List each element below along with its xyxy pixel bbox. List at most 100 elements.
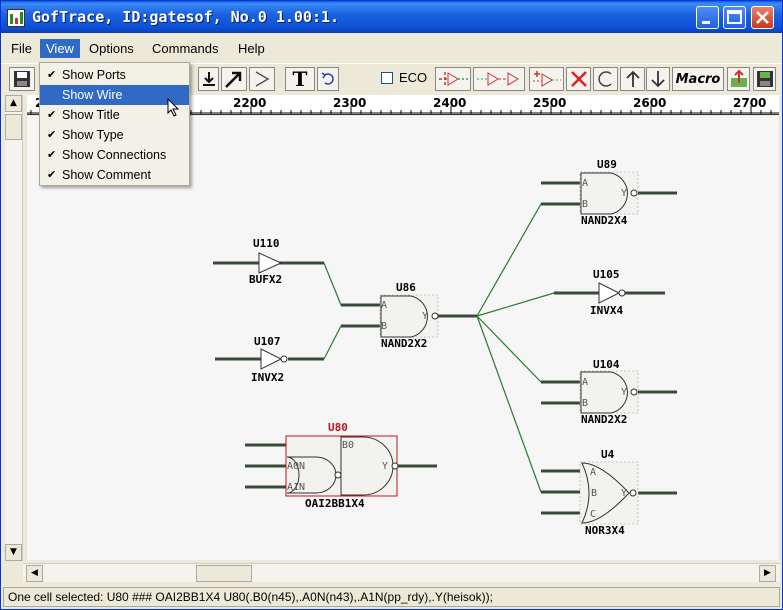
- port-label: Y: [621, 188, 627, 199]
- download-icon: [202, 72, 215, 86]
- port-label: A: [381, 300, 387, 311]
- ruler-label-2500: 2500: [533, 96, 567, 110]
- checkmark-icon: ✔: [47, 69, 57, 81]
- cell-type: INVX2: [251, 371, 284, 384]
- export-tool-button[interactable]: [727, 67, 750, 91]
- cell-u80[interactable]: B0 A0N A1N Y U80 OAI2BB1X4: [245, 421, 437, 510]
- delete-tool-button[interactable]: [566, 67, 591, 91]
- cell-title: U110: [253, 237, 280, 250]
- cell-title: U104: [593, 358, 620, 371]
- macro-label: Macro: [675, 71, 721, 87]
- undo-tool-button[interactable]: [317, 67, 339, 91]
- cell-u104[interactable]: A B Y U104 NAND2X2: [541, 358, 677, 426]
- trace-fanin-icon: [439, 72, 468, 86]
- horizontal-scroll-thumb[interactable]: [196, 565, 252, 582]
- ruler-label-2200: 2200: [233, 96, 267, 110]
- menu-item-label: Show Comment: [62, 168, 151, 182]
- cell-u105[interactable]: U105 INVX4: [554, 268, 665, 317]
- menu-item-label: Show Connections: [62, 148, 167, 162]
- ruler-label-2600: 2600: [633, 96, 667, 110]
- cell-type: NAND2X4: [581, 214, 628, 227]
- eco-toggle[interactable]: ECO: [381, 70, 427, 85]
- menu-item-label: Show Ports: [62, 68, 126, 82]
- port-label: B: [582, 398, 588, 409]
- eco-checkbox[interactable]: [381, 71, 393, 84]
- cell-type: BUFX2: [249, 273, 282, 286]
- download-tool-button[interactable]: [198, 67, 219, 91]
- port-label: B: [582, 199, 588, 210]
- maximize-button[interactable]: [723, 6, 746, 29]
- cell-title: U89: [597, 158, 617, 171]
- chevron-right-icon: [255, 71, 270, 87]
- save-tool-button[interactable]: [9, 67, 35, 91]
- move-up-tool-button[interactable]: [620, 67, 645, 91]
- arrow-down-icon: [651, 71, 665, 88]
- cell-u110[interactable]: U110 BUFX2: [213, 237, 324, 286]
- horizontal-scrollbar[interactable]: ◀ ▶: [23, 563, 780, 582]
- cell-type: NOR3X4: [585, 524, 625, 537]
- cell-title: U4: [601, 448, 615, 461]
- trace-path-tool-button[interactable]: [473, 67, 525, 91]
- cell-title: U80: [328, 421, 348, 434]
- cell-u107[interactable]: U107 INVX2: [215, 335, 324, 384]
- cell-title: U105: [593, 268, 620, 281]
- refresh-icon: [597, 71, 612, 87]
- cell-u89[interactable]: A B Y U89 NAND2X4: [541, 158, 677, 227]
- title-bar[interactable]: GofTrace, ID:gatesof, No.0 1.00:1.: [1, 1, 782, 33]
- macro-tool-button[interactable]: Macro: [672, 67, 724, 91]
- add-cell-tool-button[interactable]: [529, 67, 564, 91]
- app-icon: [7, 9, 25, 27]
- menu-file[interactable]: File: [5, 39, 38, 58]
- checkmark-icon: ✔: [47, 169, 57, 181]
- checkmark-icon: ✔: [47, 149, 57, 161]
- menu-view[interactable]: View: [40, 39, 80, 58]
- port-label: A: [590, 467, 596, 478]
- port-label: C: [590, 509, 596, 520]
- port-label: A: [582, 178, 588, 189]
- menu-help[interactable]: Help: [232, 39, 271, 58]
- ruler-label-2700: 2700: [733, 96, 767, 110]
- scroll-left-button[interactable]: ◀: [26, 565, 43, 582]
- menu-item-label: Show Title: [62, 108, 120, 122]
- save-all-tool-button[interactable]: [753, 67, 776, 91]
- ruler-label-2300: 2300: [333, 96, 367, 110]
- save-disk-icon: [756, 71, 773, 87]
- port-label: Y: [422, 311, 428, 322]
- refresh-tool-button[interactable]: [593, 67, 618, 91]
- move-down-tool-button[interactable]: [646, 67, 670, 91]
- cell-title: U86: [396, 281, 416, 294]
- maximize-icon: [727, 10, 742, 24]
- menu-commands[interactable]: Commands: [146, 39, 224, 58]
- view-menu-item-show-type[interactable]: ✔ Show Type: [40, 125, 189, 145]
- port-label: B: [591, 488, 597, 499]
- view-menu-item-show-ports[interactable]: ✔ Show Ports: [40, 65, 189, 85]
- minimize-button[interactable]: [696, 6, 719, 29]
- export-icon: [730, 69, 747, 87]
- view-menu-item-show-connections[interactable]: ✔ Show Connections: [40, 145, 189, 165]
- scroll-up-button[interactable]: ▲: [5, 95, 22, 112]
- vertical-scroll-thumb[interactable]: [5, 114, 22, 140]
- eco-label: ECO: [399, 70, 428, 85]
- arrow-pointer-icon: [225, 71, 242, 88]
- port-label: A0N: [287, 461, 305, 472]
- select-arrow-tool-button[interactable]: [221, 67, 247, 91]
- cell-u4[interactable]: A B C Y U4 NOR3X4: [541, 448, 677, 537]
- add-cell-icon: [533, 71, 561, 87]
- cell-type: OAI2BB1X4: [305, 497, 365, 510]
- cell-type: INVX4: [590, 304, 623, 317]
- text-tool-button[interactable]: T: [285, 67, 315, 91]
- port-label: B: [381, 321, 387, 332]
- scroll-right-button[interactable]: ▶: [759, 565, 776, 582]
- view-menu-item-show-comment[interactable]: ✔ Show Comment: [40, 165, 189, 185]
- close-icon: [756, 11, 769, 24]
- arrow-up-icon: [625, 70, 640, 87]
- trace-fanin-tool-button[interactable]: [435, 67, 471, 91]
- menu-options[interactable]: Options: [83, 39, 140, 58]
- port-label: B0: [342, 440, 354, 451]
- scroll-down-button[interactable]: ▼: [5, 544, 22, 561]
- close-button[interactable]: [751, 6, 774, 29]
- vertical-scrollbar[interactable]: ▲ ▼: [5, 95, 23, 561]
- cell-u86[interactable]: A B Y U86 NAND2X2: [341, 281, 477, 350]
- port-label: A1N: [287, 482, 305, 493]
- wire-tool-button[interactable]: [249, 67, 275, 91]
